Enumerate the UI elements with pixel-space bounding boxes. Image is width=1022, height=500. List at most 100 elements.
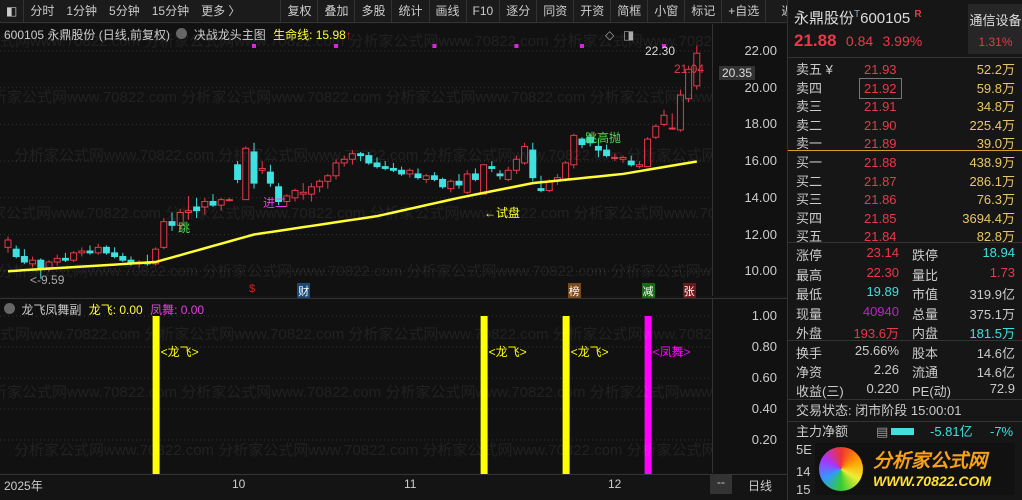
toolbar-button[interactable]: 多股: [354, 0, 391, 23]
stat-value: 25.66%: [854, 343, 899, 358]
stat-row: 涨停 23.14 跌停 18.94: [788, 245, 1022, 264]
level-price: 21.87: [864, 173, 897, 189]
toolbar-button[interactable]: 简框: [610, 0, 647, 23]
signal-label: <龙飞>: [488, 345, 527, 359]
level-label: 买三: [796, 192, 823, 207]
stat-value: 14.6亿: [976, 346, 1015, 361]
candle: [266, 164, 274, 187]
sector-box[interactable]: 通信设备 1.31%: [968, 4, 1022, 54]
sub-title[interactable]: 龙飞凤舞副: [21, 303, 81, 317]
watermark: 分析家公式网www.70822.com 分析家公式网www.70822.com …: [14, 147, 827, 164]
sub-tick: 0.80: [751, 339, 777, 354]
order-book-row: 卖三 21.91 34.8万: [788, 97, 1022, 116]
candle: [471, 168, 479, 182]
toolbar-button[interactable]: 标记: [684, 0, 721, 23]
toolbar-button[interactable]: 画线: [428, 0, 466, 23]
signal-label: <龙飞>: [160, 345, 199, 359]
stat-value: 18.94: [982, 245, 1015, 260]
toolbar-button[interactable]: 统计: [391, 0, 428, 23]
sub-indicator-chart[interactable]: 龙飞凤舞副 龙飞: 0.00 凤舞: 0.00 分析家公式网www.70822.…: [0, 298, 827, 474]
indicator-name[interactable]: 决战龙头主图: [194, 28, 266, 42]
stat-value: 1.73: [989, 264, 1015, 280]
last-price: 21.88: [794, 31, 837, 50]
time-label: 12: [608, 477, 622, 491]
stat-value: 40940: [862, 303, 899, 319]
order-book-row: 买一 21.88 438.9万: [788, 153, 1022, 172]
toolbar-button[interactable]: F10: [465, 0, 500, 23]
toolbar-button[interactable]: 复权: [280, 0, 317, 23]
stat-value: 14.6亿: [976, 365, 1015, 380]
period-tab[interactable]: 15分钟: [146, 0, 195, 23]
watermark: 分析家公式网www.70822.com 分析家公式网www.70822.com …: [0, 326, 753, 343]
stat-row: 最高 22.30 量比 1.73: [788, 265, 1022, 284]
scroll-button[interactable]: --: [710, 475, 732, 494]
candle: [307, 183, 315, 202]
watermark: 分析家公式网www.70822.com 分析家公式网www.70822.com …: [0, 205, 774, 222]
time-axis[interactable]: 2025年 10 11 12 -- 日线: [0, 474, 787, 494]
period-label[interactable]: 日线: [748, 477, 772, 494]
panel-toggle-icon[interactable]: ◧: [0, 0, 23, 23]
level-volume: 286.1万: [969, 173, 1015, 189]
event-marker[interactable]: $: [248, 283, 256, 295]
main-net-row: 主力净额 ▤ -5.81亿 -7%: [788, 421, 1022, 441]
more-periods-button[interactable]: 更多 〉: [195, 0, 246, 23]
level-price: 21.84: [864, 229, 897, 244]
period-tab[interactable]: 5分钟: [103, 0, 146, 23]
price-pct: 3.99%: [882, 33, 923, 49]
sub-tick: 0.60: [751, 370, 777, 385]
candle: [111, 247, 119, 259]
toolbar-button[interactable]: 叠加: [317, 0, 354, 23]
list-icon[interactable]: ▤: [876, 422, 888, 442]
candle: [668, 113, 676, 130]
level-price: 21.86: [864, 192, 897, 207]
event-marker[interactable]: 减: [641, 283, 655, 299]
candle: [12, 245, 20, 259]
collapse-icon[interactable]: [4, 303, 15, 314]
order-book-row: 卖四 21.92 59.8万: [788, 77, 1022, 99]
candle: [652, 124, 660, 140]
watermark: 分析家公式网www.70822.com 分析家公式网www.70822.com …: [0, 384, 790, 401]
stat-label: PE(动): [912, 384, 952, 399]
partial-row: 14: [796, 464, 811, 479]
level-price: 21.93: [864, 62, 897, 77]
toolbar-button[interactable]: +自选: [721, 0, 765, 23]
stat-row: 现量 40940 总量 375.1万: [788, 304, 1022, 323]
candle: [78, 247, 86, 257]
level-price: 21.90: [864, 117, 897, 133]
stat-label: 涨停: [796, 248, 823, 263]
toolbar-button[interactable]: 同资: [536, 0, 573, 23]
main-kline-chart[interactable]: 600105 永鼎股份 (日线,前复权) 决战龙头主图 生命线: 15.98↑ …: [0, 24, 827, 299]
current-price-tag: 20.35: [719, 66, 756, 80]
level-label: 买四: [796, 210, 823, 226]
event-marker[interactable]: 财: [297, 283, 311, 299]
event-marker[interactable]: 张: [682, 283, 696, 299]
candle: [398, 166, 406, 176]
stat-value: 319.9亿: [969, 287, 1015, 302]
period-tab[interactable]: 1分钟: [60, 0, 103, 23]
candle: [496, 170, 504, 180]
stock-title: 600105 永鼎股份 (日线,前复权): [4, 28, 171, 42]
toolbar-button[interactable]: 小窗: [647, 0, 684, 23]
level-label: 买五: [796, 229, 823, 244]
partial-row: 15: [796, 482, 811, 497]
candle: [291, 188, 299, 202]
event-marker[interactable]: 榜: [567, 283, 581, 299]
order-book-row: 卖二 21.90 225.4万: [788, 116, 1022, 135]
stat-value: 23.14: [866, 245, 899, 260]
indicator-dropdown-icon[interactable]: [176, 28, 188, 39]
candle: [324, 173, 332, 189]
sub-header: 龙飞凤舞副 龙飞: 0.00 凤舞: 0.00: [4, 301, 204, 318]
stat-label: 最高: [796, 267, 823, 283]
period-tab[interactable]: 分时: [23, 0, 60, 23]
sub-axis[interactable]: 1.00 0.80 0.60 0.40 0.20: [712, 298, 787, 473]
divider: [788, 150, 1022, 151]
time-label: 2025年: [4, 479, 43, 493]
toolbar: ◧ 分时 1分钟 5分钟 15分钟 更多 〉 复权 叠加 多股 统计 画线 F10 逐分 同资…: [0, 0, 805, 23]
toolbar-button[interactable]: 逐分: [499, 0, 536, 23]
price-axis[interactable]: 20.35 22.00 20.00 18.00 16.00 14.00 12.00 10.0…: [712, 24, 787, 296]
level-price: 21.88: [864, 155, 897, 170]
stat-label: 现量: [796, 306, 823, 322]
signal-label: <龙飞>: [570, 345, 609, 359]
toolbar-button[interactable]: 开资: [573, 0, 610, 23]
price-tick: 14.00: [744, 189, 777, 205]
